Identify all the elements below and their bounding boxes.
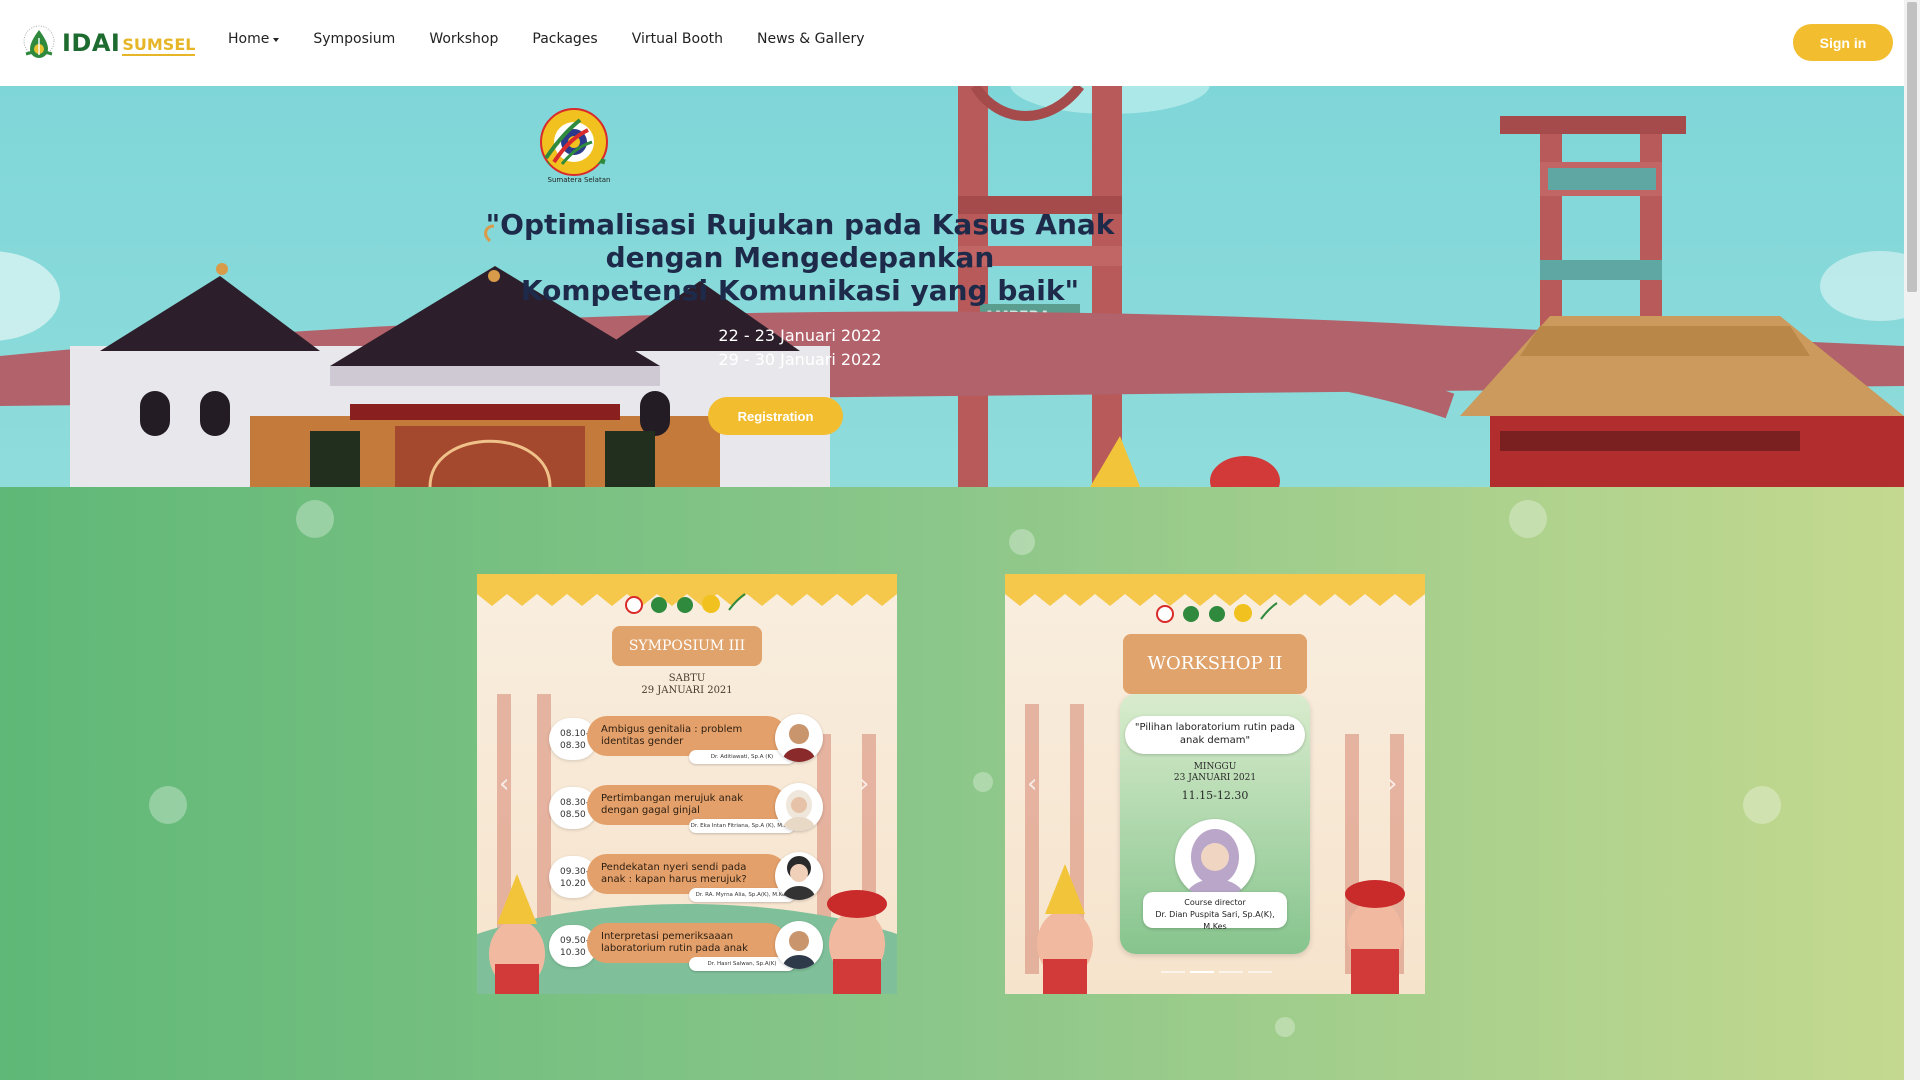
schedule-item: 08.30- 08.50 Pertimbangan merujuk anak de… bbox=[549, 783, 827, 833]
page-scrollbar[interactable] bbox=[1904, 0, 1920, 1080]
carousel-indicator[interactable] bbox=[1248, 971, 1272, 973]
director-name: Dr. Dian Puspita Sari, Sp.A(K), M.Kes bbox=[1155, 910, 1275, 931]
schedule-time-end: 08.30 bbox=[560, 741, 586, 751]
brand-logo[interactable]: IDAI SUMSEL bbox=[22, 24, 196, 62]
decor-bubble bbox=[1509, 500, 1547, 538]
brand-name-secondary: SUMSEL bbox=[122, 34, 196, 56]
schedule-time-start: 08.10- bbox=[560, 729, 590, 739]
speaker-avatar bbox=[775, 783, 823, 831]
decor-bubble bbox=[1743, 786, 1781, 824]
partner-logos: Sumatera Selatan bbox=[540, 108, 618, 188]
workshop-topic: "Pilihan laboratorium rutin pada anak de… bbox=[1125, 716, 1305, 754]
schedule-item: 09.50- 10.30 Interpretasi pemeriksaaan la… bbox=[549, 921, 827, 971]
course-director: Course director Dr. Dian Puspita Sari, S… bbox=[1143, 892, 1287, 931]
schedule-time-start: 09.30- bbox=[560, 867, 590, 877]
scrollbar-thumb[interactable] bbox=[1907, 2, 1917, 292]
idai-emblem-icon bbox=[23, 25, 55, 58]
hero-title: "Optimalisasi Rujukan pada Kasus Anak de… bbox=[440, 208, 1160, 307]
carousel-next-icon[interactable]: › bbox=[859, 769, 869, 799]
registration-button[interactable]: Registration bbox=[708, 397, 843, 435]
decor-bubble bbox=[973, 772, 993, 792]
carousel-next-icon[interactable]: › bbox=[1387, 769, 1397, 799]
schedule-item: 08.10- 08.30 Ambigus genitalia : problem … bbox=[549, 714, 827, 764]
hero-banner: AMPERA bbox=[0, 86, 1904, 487]
person-icon bbox=[1185, 829, 1245, 899]
schedule-time-end: 10.20 bbox=[560, 879, 586, 889]
nav-item-workshop[interactable]: Workshop bbox=[429, 31, 498, 47]
site-header: IDAI SUMSEL Home Symposium Workshop Pack… bbox=[0, 0, 1904, 86]
nav-item-virtual-booth[interactable]: Virtual Booth bbox=[632, 31, 723, 47]
workshop-date: 23 JANUARI 2021 bbox=[1173, 773, 1257, 783]
nav-item-packages[interactable]: Packages bbox=[532, 31, 597, 47]
hero-title-line: "Optimalisasi Rujukan pada Kasus Anak bbox=[485, 208, 1115, 241]
nav-item-label: Symposium bbox=[313, 31, 396, 47]
event-date-2: 29 - 30 Januari 2022 bbox=[718, 350, 882, 369]
speaker-avatar bbox=[775, 852, 823, 900]
brand-name-primary: IDAI bbox=[62, 29, 121, 57]
carousel-prev-icon[interactable]: ‹ bbox=[1027, 769, 1037, 799]
carousel-indicator[interactable] bbox=[1161, 971, 1185, 973]
symposium-date: 29 JANUARI 2021 bbox=[641, 685, 733, 696]
nav-item-label: Virtual Booth bbox=[631, 31, 724, 47]
swoosh-logo-icon bbox=[544, 118, 593, 165]
carousel-prev-icon[interactable]: ‹ bbox=[499, 769, 509, 799]
decor-bubble bbox=[1275, 1017, 1295, 1037]
main-nav: Home Symposium Workshop Packages Virtual… bbox=[228, 31, 899, 47]
speaker-avatar bbox=[775, 714, 823, 762]
decor-bubble bbox=[1009, 529, 1035, 555]
decor-bubble bbox=[296, 500, 334, 538]
nav-item-label: Packages bbox=[532, 31, 598, 47]
event-date-1: 22 - 23 Januari 2022 bbox=[718, 326, 882, 345]
schedule-item: 09.30- 10.20 Pendekatan nyeri sendi pada … bbox=[549, 852, 827, 902]
person-icon bbox=[783, 931, 815, 969]
carousel-indicator[interactable] bbox=[1219, 971, 1243, 973]
speaker-avatar bbox=[775, 921, 823, 969]
person-icon bbox=[783, 790, 815, 831]
nav-item-label: News & Gallery bbox=[757, 31, 865, 47]
caret-down-icon bbox=[273, 38, 280, 42]
workshop-title: WORKSHOP II bbox=[1123, 634, 1307, 694]
schedule-time-end: 08.50 bbox=[560, 810, 586, 820]
carousel-indicators bbox=[1161, 971, 1272, 973]
workshop-time: 11.15-12.30 bbox=[1181, 789, 1249, 802]
symposium-title: SYMPOSIUM III bbox=[612, 626, 762, 666]
workshop-day: MINGGU bbox=[1193, 762, 1237, 772]
person-icon bbox=[783, 724, 815, 762]
carousel-indicator-active[interactable] bbox=[1190, 971, 1214, 973]
nav-item-home[interactable]: Home bbox=[228, 31, 280, 47]
schedule-time-start: 09.50- bbox=[560, 936, 590, 946]
symposium-poster[interactable]: SYMPOSIUM III SABTU 29 JANUARI 2021 08.1… bbox=[477, 574, 897, 994]
director-avatar bbox=[1175, 819, 1255, 899]
nav-item-label: Workshop bbox=[429, 31, 499, 47]
decor-bubble bbox=[149, 786, 187, 824]
logo-caption: Sumatera Selatan bbox=[547, 176, 611, 184]
nav-item-news-gallery[interactable]: News & Gallery bbox=[757, 31, 865, 47]
sign-in-button[interactable]: Sign in bbox=[1793, 24, 1893, 61]
schedule-time-end: 10.30 bbox=[560, 948, 586, 958]
hero-title-line: Kompetensi Komunikasi yang baik" bbox=[520, 274, 1080, 307]
program-carousel-section: SYMPOSIUM III SABTU 29 JANUARI 2021 08.1… bbox=[0, 487, 1904, 1080]
hero-title-line: dengan Mengedepankan bbox=[605, 241, 995, 274]
nav-item-symposium[interactable]: Symposium bbox=[313, 31, 395, 47]
workshop-poster[interactable]: WORKSHOP II "Pilihan laboratorium rutin … bbox=[1005, 574, 1425, 994]
schedule-time-start: 08.30- bbox=[560, 798, 590, 808]
person-icon bbox=[783, 856, 815, 900]
director-role: Course director bbox=[1184, 898, 1246, 907]
nav-item-label: Home bbox=[228, 31, 270, 47]
